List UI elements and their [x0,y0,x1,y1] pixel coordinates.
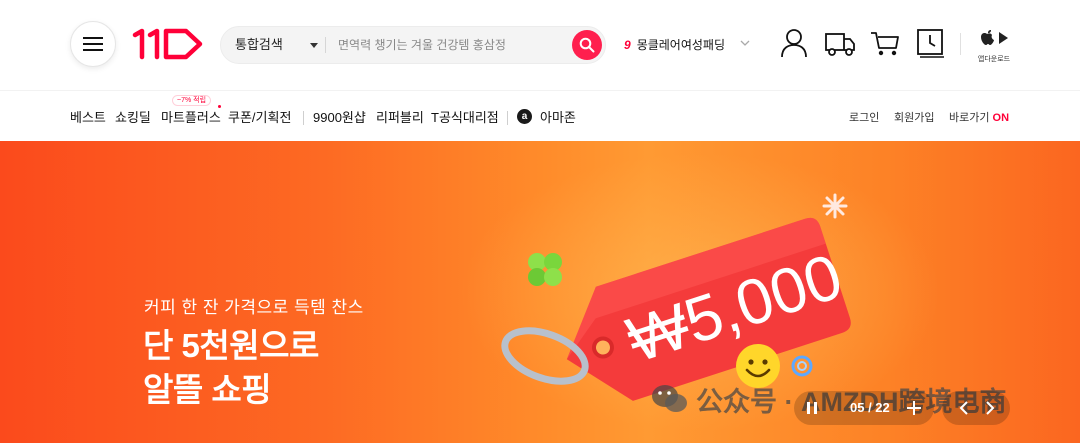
search-input[interactable] [338,27,568,63]
sparkle-icon [822,193,848,219]
nav-item-best[interactable]: 베스트 [70,107,106,126]
delivery-truck-icon[interactable] [824,28,856,58]
shortcut-toggle[interactable]: 바로가기 ON [949,109,1009,125]
key-ring [501,327,589,385]
search-divider [325,37,326,53]
search-button[interactable] [572,30,602,60]
banner-title-line1: 단 5천원으로 [143,327,319,364]
user-icon[interactable] [780,28,808,58]
app-download-button[interactable]: 앱다운로드 [970,29,1018,64]
recent-view-icon[interactable] [916,28,946,58]
trending-rank: 9 [624,38,631,52]
nav-divider [303,111,304,125]
banner-controls: 05 / 22 [794,391,1010,425]
site-logo[interactable] [132,27,204,61]
points-badge: ~7% 적립 [172,95,212,106]
nav-divider [507,111,508,125]
hamburger-menu-button[interactable] [70,21,116,67]
trending-keyword[interactable]: 9 몽클레어여성패딩 [624,36,725,54]
signup-link[interactable]: 회원가입 [894,109,934,125]
trending-keyword-text: 몽클레어여성패딩 [636,38,726,52]
banner-title-line2: 알뜰 쇼핑 [143,371,272,408]
nav-item-refurbly[interactable]: 리퍼블리 [376,107,424,126]
plus-icon[interactable] [906,400,922,416]
clover-icon [528,253,562,286]
hamburger-menu-icon [83,37,103,51]
nav-item-amazon[interactable]: 아마존 [540,107,576,126]
caret-down-icon[interactable] [310,43,318,48]
header-divider [960,33,961,55]
top-header: 통합검색 9 몽클레어여성패딩 [0,0,1080,90]
shortcut-state: ON [992,112,1010,124]
cart-icon[interactable] [870,28,900,58]
app-download-label: 앱다운로드 [977,56,1011,63]
shortcut-label: 바로가기 [949,112,990,124]
nav-item-shocking-deal[interactable]: 쇼킹딜 [115,107,151,126]
chevron-right-icon[interactable] [984,401,996,415]
wechat-icon [652,385,687,412]
nav-item-mart-plus[interactable]: 마트플러스 [161,107,221,126]
category-nav: 베스트 쇼킹딜 ~7% 적립 마트플러스 쿠폰/기획전 9900원샵 리퍼블리 … [0,90,1080,141]
app-download-icon [981,30,1008,45]
banner-subtitle: 커피 한 잔 가격으로 득템 찬스 [144,298,364,317]
banner-nav-pill [942,391,1010,425]
banner-counter: 05 / 22 [850,400,890,415]
search-scope-select[interactable]: 통합검색 [235,27,283,63]
login-link[interactable]: 로그인 [849,109,879,125]
search-bar: 통합검색 [220,26,606,64]
promo-banner[interactable]: 커피 한 잔 가격으로 득템 찬스 단 5천원으로 알뜰 쇼핑 ₩5,000 公… [0,141,1080,443]
new-dot [218,105,221,108]
banner-title: 단 5천원으로 알뜰 쇼핑 [143,324,319,412]
pause-icon[interactable] [806,401,818,415]
chevron-down-icon[interactable] [740,39,750,47]
nav-item-coupon[interactable]: 쿠폰/기획전 [228,107,291,126]
nav-item-9900-shop[interactable]: 9900원샵 [313,107,366,126]
chevron-left-icon[interactable] [958,401,970,415]
search-icon [579,37,595,53]
nav-item-t-official[interactable]: T공식대리점 [431,107,499,126]
swirl-icon [791,355,813,377]
amazon-icon: a [517,109,532,124]
